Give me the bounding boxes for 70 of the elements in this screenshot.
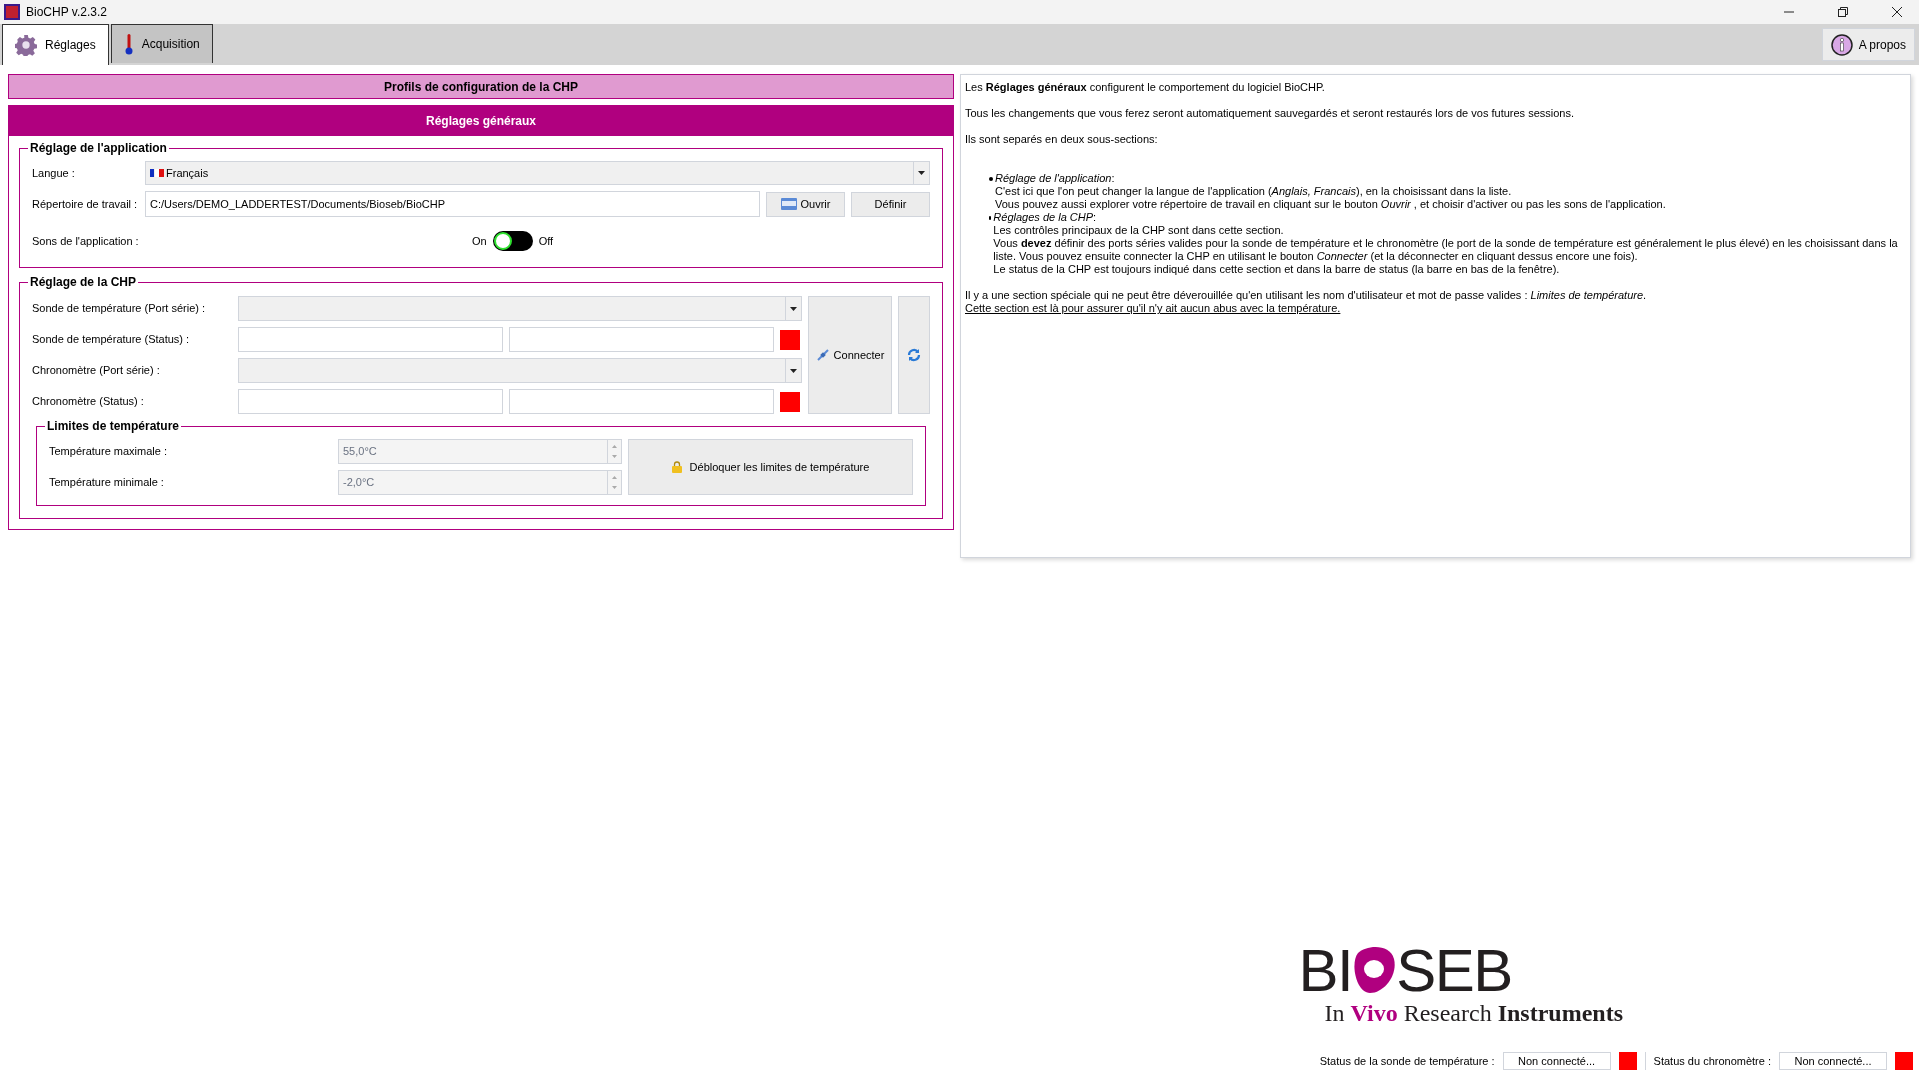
refresh-icon (907, 348, 921, 362)
group-title: Réglage de l'application (28, 140, 169, 156)
status-value: Non connecté... (1779, 1052, 1887, 1070)
refresh-button[interactable] (898, 296, 930, 414)
logo-text: BI (1298, 943, 1353, 999)
define-button[interactable]: Définir (851, 191, 930, 217)
help-line: Le status de la CHP est toujours indiqué dans cette section et dans la barre de status (la barre en bas de la fenêtre). (993, 263, 1561, 276)
field-label: Chronomètre (Status) : (32, 394, 145, 410)
thermometer-icon (123, 33, 134, 55)
language-dropdown[interactable]: Français (145, 161, 930, 185)
help-paragraph: Les Réglages généraux configurent le comportement du logiciel BioCHP. (965, 81, 1326, 94)
port-dropdown[interactable] (238, 296, 802, 321)
help-line: Vous devez définir des ports séries valides pour la sonde de température et le chronomètre (le port de la sonde de température est généralement le plus élevé) en les choisissant dans la liste. Vous pouvez ensuite connecter la CHP en utilisant le bouton Connecter (et la déconnecter en cliquant dessus encore une fois). (993, 237, 1899, 263)
help-paragraph: Tous les changements que vous ferez seront automatiquement sauvegardés et seront restaurés lors de vos futures sessions. (965, 107, 1575, 120)
help-note: Cette section est là pour assurer qu'il n'y ait aucun abus avec la température. (965, 302, 1342, 315)
field-label: Sons de l'application : (32, 233, 140, 249)
bullet-icon (989, 216, 992, 220)
field-label: Sonde de température (Port série) : (32, 301, 207, 317)
field-label: Chronomètre (Port série) : (32, 363, 161, 379)
status-value: Non connecté... (1502, 1052, 1611, 1070)
status-label: Status de la sonde de température : (1319, 1053, 1495, 1069)
help-line: C'est ici que l'on peut changer la langue de l'application (Anglais, Francais), en la choisissant dans la liste. (995, 185, 1513, 198)
connect-button[interactable]: Connecter (808, 296, 892, 414)
field-label: Température maximale : (49, 444, 168, 460)
app-icon (4, 4, 20, 20)
bullet-title: Réglages de la CHP: (993, 211, 1098, 224)
field-label: Sonde de température (Status) : (32, 332, 191, 348)
profiles-bar[interactable]: Profils de configuration de la CHP (8, 74, 954, 99)
open-button[interactable]: Ouvrir (766, 191, 845, 217)
dropdown-value: Français (166, 165, 210, 181)
bullet-title: Réglage de l'application: (995, 172, 1116, 185)
help-paragraph: Ils sont separés en deux sous-sections: (965, 133, 1159, 146)
tab[interactable]: Réglages (2, 24, 109, 65)
caret-icon (918, 171, 925, 175)
spinbox-value: -2,0°C (342, 475, 376, 491)
padlock-icon (671, 461, 682, 473)
flag-icon (150, 169, 164, 177)
about-button[interactable]: A propos (1821, 28, 1915, 61)
field-label: Répertoire de travail : (32, 196, 139, 212)
port-dropdown[interactable] (238, 358, 802, 383)
info-icon (1830, 33, 1853, 56)
window-title: BioCHP v.2.3.2 (26, 4, 107, 21)
group-title: Réglage de la CHP (28, 274, 139, 290)
plug-icon (815, 348, 830, 362)
toggle-label: Off (538, 233, 554, 249)
help-line: Les contrôles principaux de la CHP sont dans cette section. (993, 224, 1285, 237)
spinbox-value: 55,0°C (342, 444, 378, 460)
folder-icon (780, 198, 797, 210)
caret-icon (790, 368, 797, 373)
logo-tagline: In (1324, 999, 1345, 1027)
tab[interactable]: Acquisition (110, 24, 213, 63)
help-line: Vous pouvez aussi explorer votre répertoire de travail en cliquant sur le bouton Ouvrir , et choisir d'activer ou pas les sons de l'application. (995, 198, 1666, 211)
section-header: Réglages généraux (9, 106, 953, 136)
bullet-icon (989, 177, 993, 181)
status-label: Status du chronomètre : (1653, 1053, 1771, 1069)
logo-tagline: Research (1403, 999, 1492, 1027)
sound-toggle[interactable] (492, 231, 533, 251)
group-title: Limites de température (45, 418, 182, 434)
directory-field[interactable]: C:/Users/DEMO_LADDERTEST/Documents/Bioseb/BioCHP (145, 191, 760, 217)
field-label: Température minimale : (49, 475, 165, 491)
restore-icon[interactable] (1837, 6, 1849, 18)
caret-icon (790, 306, 797, 311)
field-label: Langue : (32, 165, 76, 181)
logo-tagline: Instruments (1497, 999, 1623, 1027)
logo-tagline: Vivo (1350, 999, 1398, 1027)
close-icon[interactable] (1891, 6, 1903, 18)
logo-text: SEB (1396, 943, 1512, 999)
gear-icon (15, 34, 37, 56)
toggle-label: On (472, 233, 487, 249)
help-paragraph: Il y a une section spéciale qui ne peut être déverouillée qu'en utilisant les nom d'utilisateur et mot de passe valides : Limites de température. (965, 289, 1648, 302)
